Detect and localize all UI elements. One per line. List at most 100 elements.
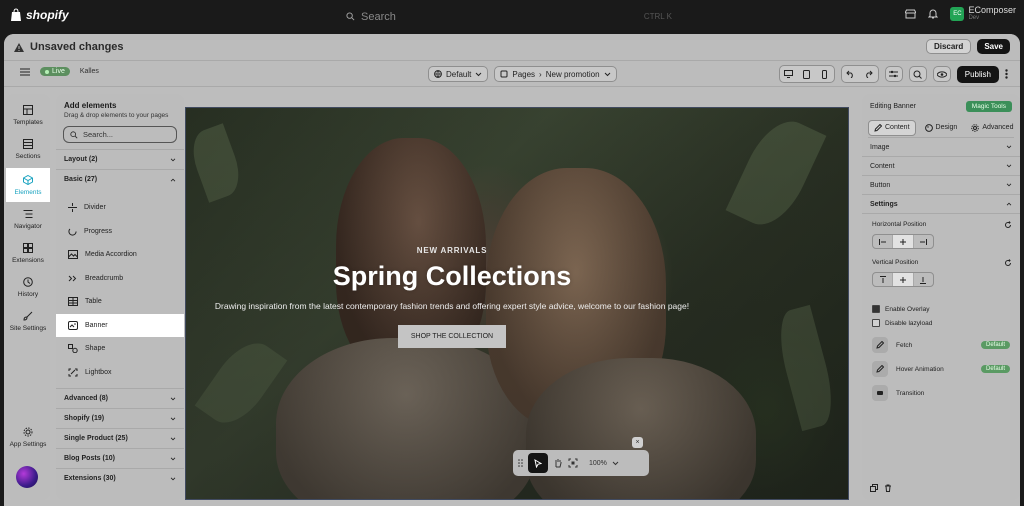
chevron-down-icon [1006, 145, 1012, 149]
global-search[interactable]: Search CTRL K [340, 8, 680, 25]
panel-title: Add elements [64, 101, 117, 110]
bell-icon[interactable] [928, 8, 939, 19]
save-button[interactable]: Save [977, 39, 1010, 54]
align-top-icon[interactable] [873, 273, 894, 286]
rail-history[interactable]: History [6, 270, 50, 304]
mobile-icon[interactable] [816, 66, 834, 82]
hover-animation-row[interactable]: Hover Animation Default [872, 357, 1010, 381]
rail-elements[interactable]: Elements [6, 168, 50, 202]
element-progress[interactable]: Progress [56, 220, 184, 244]
status-badge: Default [980, 341, 1010, 349]
chevron-down-icon [170, 397, 176, 400]
reset-icon[interactable] [1004, 221, 1012, 229]
element-breadcrumb[interactable]: Breadcrumb [56, 267, 184, 291]
shape-icon [68, 344, 78, 354]
drag-handle-icon[interactable] [518, 459, 523, 467]
element-label: Table [85, 298, 102, 306]
menu-icon[interactable] [20, 68, 30, 76]
device-switcher [778, 65, 835, 83]
element-table[interactable]: Table [56, 290, 184, 314]
element-label: Breadcrumb [85, 274, 124, 282]
category-layout[interactable]: Layout (2) [56, 149, 184, 169]
align-left-icon[interactable] [873, 235, 894, 248]
horizontal-position-label: Horizontal Position [872, 221, 927, 228]
element-banner[interactable]: Banner [56, 313, 184, 337]
sliders-icon[interactable] [884, 66, 903, 82]
section-image[interactable]: Image [862, 138, 1020, 157]
chevron-down-icon[interactable] [612, 461, 619, 466]
category-basic[interactable]: Basic (27) [56, 169, 184, 189]
rail-label: Elements [14, 188, 42, 196]
section-settings[interactable]: Settings [862, 195, 1020, 214]
align-center-icon[interactable] [893, 235, 914, 248]
breadcrumb-separator: › [539, 69, 542, 79]
align-middle-icon[interactable] [893, 273, 914, 286]
category-shopify[interactable]: Shopify (19) [56, 408, 184, 428]
copy-icon[interactable] [870, 484, 878, 492]
transition-row[interactable]: Transition [872, 381, 1010, 405]
app-account[interactable]: EC EComposer Dev [950, 6, 1016, 21]
category-label: Blog Posts (10) [64, 455, 115, 462]
discard-button[interactable]: Discard [925, 39, 972, 54]
page-select[interactable]: Pages › New promotion [494, 66, 617, 82]
banner-icon [68, 320, 78, 330]
redo-icon[interactable] [860, 66, 878, 82]
rail-templates[interactable]: Templates [6, 98, 50, 132]
reset-icon[interactable] [1004, 259, 1012, 267]
section-button[interactable]: Button [862, 176, 1020, 195]
banner-content[interactable]: NEW ARRIVALS Spring Collections Drawing … [186, 246, 718, 348]
element-shape[interactable]: Shape [56, 337, 184, 361]
row-label: Hover Animation [896, 365, 944, 373]
user-avatar[interactable] [16, 466, 38, 488]
shopify-logo[interactable]: shopify [10, 8, 69, 22]
publish-button[interactable]: Publish [956, 65, 999, 83]
history-clock-icon [23, 276, 33, 287]
rail-extensions[interactable]: Extensions [6, 236, 50, 270]
pages-icon [500, 70, 508, 78]
fit-screen-icon[interactable] [568, 458, 578, 468]
rail-app-settings[interactable]: App Settings [6, 420, 50, 454]
cursor-tool[interactable] [528, 453, 548, 473]
shop-collection-button[interactable]: SHOP THE COLLECTION [397, 325, 507, 348]
rail-label: Sections [15, 152, 41, 160]
close-zoombar-icon[interactable]: × [632, 437, 643, 448]
category-blog-posts[interactable]: Blog Posts (10) [56, 448, 184, 468]
zoom-toolbar: 100% [513, 450, 649, 476]
unsaved-bar: Unsaved changes Discard Save [4, 34, 1020, 61]
trash-icon[interactable] [884, 484, 892, 492]
zoom-level[interactable]: 100% [589, 460, 607, 467]
section-content[interactable]: Content [862, 157, 1020, 176]
tab-content[interactable]: Content [868, 119, 916, 136]
magic-tools-button[interactable]: Magic Tools [965, 100, 1012, 112]
rail-navigator[interactable]: Navigator [6, 202, 50, 236]
elements-search-input[interactable]: Search... [63, 126, 177, 143]
template-select[interactable]: Default [428, 66, 489, 82]
tablet-icon[interactable] [798, 66, 816, 82]
category-advanced[interactable]: Advanced (8) [56, 388, 184, 408]
page-canvas[interactable]: NEW ARRIVALS Spring Collections Drawing … [185, 107, 849, 500]
disable-lazyload-checkbox[interactable]: Disable lazyload [872, 319, 1020, 327]
preview-eye-icon[interactable] [932, 66, 951, 82]
fetch-row[interactable]: Fetch Default [872, 333, 1010, 357]
more-icon[interactable] [1005, 69, 1008, 79]
category-single-product[interactable]: Single Product (25) [56, 428, 184, 448]
element-divider[interactable]: Divider [56, 196, 184, 220]
category-extensions[interactable]: Extensions (30) [56, 468, 184, 488]
enable-overlay-checkbox[interactable]: Enable Overlay [872, 305, 1020, 313]
inspect-icon[interactable] [908, 66, 927, 82]
rail-site-settings[interactable]: Site Settings [6, 304, 50, 338]
tab-advanced[interactable]: Advanced [966, 121, 1018, 135]
banner-title: Spring Collections [332, 261, 572, 291]
undo-icon[interactable] [842, 66, 860, 82]
pointer-icon [534, 458, 542, 468]
align-right-icon[interactable] [914, 235, 933, 248]
hand-icon[interactable] [553, 458, 563, 468]
rail-sections[interactable]: Sections [6, 132, 50, 166]
chevron-down-icon [170, 158, 176, 161]
align-bottom-icon[interactable] [914, 273, 933, 286]
element-media-accordion[interactable]: Media Accordion [56, 243, 184, 267]
element-lightbox[interactable]: Lightbox [56, 361, 184, 385]
store-icon[interactable] [905, 9, 917, 19]
tab-design[interactable]: Design [920, 121, 963, 135]
desktop-icon[interactable] [780, 66, 798, 82]
